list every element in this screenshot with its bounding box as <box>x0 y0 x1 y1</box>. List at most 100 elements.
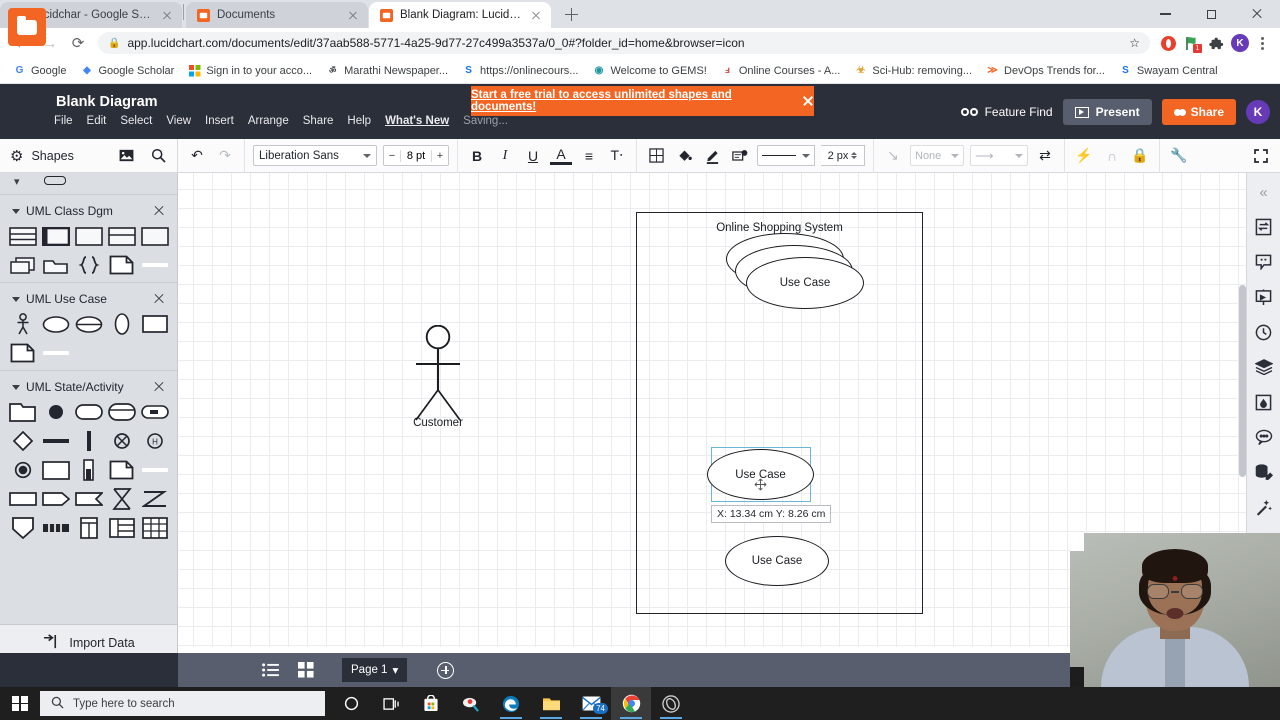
table-icon[interactable] <box>645 145 667 167</box>
shape-package-multi[interactable] <box>6 254 39 276</box>
shape-class-3-compartments[interactable] <box>6 225 39 247</box>
font-size-decrease[interactable]: − <box>384 150 400 162</box>
minimize-button[interactable] <box>1142 0 1188 28</box>
chrome-browser-icon[interactable] <box>611 687 651 720</box>
shape-receive-signal[interactable] <box>72 488 105 510</box>
fullscreen-icon[interactable] <box>1250 145 1272 167</box>
shapes-panel-toggle[interactable]: ⚙ Shapes <box>0 138 178 173</box>
menu-view[interactable]: View <box>166 115 191 127</box>
trial-banner-text[interactable]: Start a free trial to access unlimited s… <box>471 89 788 113</box>
undo-icon[interactable]: ↶ <box>186 145 208 167</box>
line-color-icon[interactable] <box>701 145 723 167</box>
user-avatar[interactable]: K <box>1246 100 1270 124</box>
shape-class-simple-box[interactable] <box>72 225 105 247</box>
shape-plain-rect[interactable] <box>39 459 72 481</box>
shape-note-document[interactable] <box>105 254 138 276</box>
image-icon[interactable] <box>115 145 137 167</box>
shape-class-empty-box[interactable] <box>138 225 171 247</box>
shape-shield-shape[interactable] <box>6 517 39 539</box>
underline-button[interactable]: U <box>522 145 544 167</box>
use-case-bottom[interactable]: Use Case <box>725 536 829 586</box>
add-page-icon[interactable] <box>437 661 455 679</box>
maximize-button[interactable] <box>1188 0 1234 28</box>
bold-button[interactable]: B <box>466 145 488 167</box>
shape-divider-line[interactable] <box>39 342 72 364</box>
bookmark-item[interactable]: Sign in to your acco... <box>181 60 319 82</box>
document-title[interactable]: Blank Diagram <box>56 94 158 110</box>
shape-zigzag-connector[interactable] <box>138 488 171 510</box>
file-explorer-icon[interactable] <box>531 687 571 720</box>
share-button[interactable]: Share <box>1161 99 1236 125</box>
shape-decision-diamond[interactable] <box>6 430 39 452</box>
font-family-select[interactable]: Liberation Sans <box>253 145 377 166</box>
paint-3d-icon[interactable] <box>451 687 491 720</box>
actor-customer[interactable]: Customer <box>413 324 463 429</box>
close-window-button[interactable] <box>1234 0 1280 28</box>
presentation-icon[interactable] <box>1253 286 1275 308</box>
section-header[interactable]: UML State/Activity <box>0 380 177 401</box>
shape-use-case-ellipse[interactable] <box>39 313 72 335</box>
end-marker-select[interactable]: ⟶ <box>970 145 1028 166</box>
taskbar-search-input[interactable]: Type here to search <box>40 691 325 716</box>
shape-partition-grid[interactable] <box>138 517 171 539</box>
section-header[interactable]: UML Class Dgm <box>0 204 177 225</box>
shape-send-signal[interactable] <box>39 488 72 510</box>
use-case-stack-front[interactable]: Use Case <box>746 257 864 309</box>
menu-help[interactable]: Help <box>347 115 371 127</box>
browser-tab-1[interactable]: Documents <box>186 2 368 28</box>
shape-state-two-parts[interactable] <box>105 401 138 423</box>
menu-insert[interactable]: Insert <box>205 115 234 127</box>
menu-file[interactable]: File <box>54 115 73 127</box>
font-size-value[interactable]: 8 pt <box>400 149 432 162</box>
shape-state-frame[interactable] <box>6 401 39 423</box>
reload-icon[interactable]: ⟳ <box>64 29 92 57</box>
menu-select[interactable]: Select <box>120 115 152 127</box>
lucidchart-logo[interactable] <box>8 8 46 46</box>
tab-close-icon[interactable] <box>346 8 360 22</box>
use-case-selected[interactable]: Use Case <box>707 449 814 500</box>
grid-view-icon[interactable] <box>296 662 316 678</box>
shape-history-circle[interactable]: H <box>138 430 171 452</box>
shape-style-icon[interactable] <box>729 145 751 167</box>
shape-object-with-bar[interactable] <box>72 459 105 481</box>
text-color-button[interactable]: A <box>550 146 572 165</box>
shape-hourglass-junction[interactable] <box>105 488 138 510</box>
start-marker-select[interactable]: None <box>910 145 964 166</box>
shape-tall-ellipse[interactable] <box>105 313 138 335</box>
shape-curly-braces-note[interactable] <box>72 254 105 276</box>
close-icon[interactable] <box>153 381 165 393</box>
puzzle-extension-icon[interactable] <box>1204 31 1228 55</box>
menu-share[interactable]: Share <box>303 115 334 127</box>
list-view-icon[interactable] <box>260 663 280 677</box>
bookmark-item[interactable]: ◆ Google Scholar <box>73 60 181 82</box>
move-crosshair-icon[interactable] <box>754 478 767 491</box>
close-icon[interactable] <box>802 95 814 107</box>
feature-find-button[interactable]: Feature Find <box>960 105 1053 119</box>
chevron-down-icon[interactable]: ▾ <box>392 663 398 677</box>
shape-pins-shape[interactable] <box>39 517 72 539</box>
shape-state-with-icon[interactable] <box>138 401 171 423</box>
search-icon[interactable] <box>147 145 169 167</box>
address-bar[interactable]: 🔒 app.lucidchart.com/documents/edit/37aa… <box>98 32 1150 54</box>
cortana-icon[interactable] <box>331 687 371 720</box>
line-weight-stepper[interactable]: 2 px <box>821 145 865 166</box>
shape-partition-vertical[interactable] <box>72 517 105 539</box>
bookmark-item[interactable]: Shttps://onlinecours... <box>455 60 585 82</box>
theme-droplet-icon[interactable] <box>1253 391 1275 413</box>
clock-history-icon[interactable] <box>1253 321 1275 343</box>
section-header[interactable]: UML Use Case <box>0 292 177 313</box>
redo-icon[interactable]: ↷ <box>214 145 236 167</box>
browser-tab-2[interactable]: Blank Diagram: Lucidchart <box>369 2 551 28</box>
collapse-chevrons-icon[interactable]: « <box>1253 181 1275 203</box>
bookmark-item[interactable]: G Google <box>6 60 73 82</box>
chat-bubble-icon[interactable] <box>1253 426 1275 448</box>
align-icon[interactable]: ≡ <box>578 145 600 167</box>
bookmark-item[interactable]: S Swayam Central <box>1112 60 1225 82</box>
bookmark-item[interactable]: ॐ Marathi Newspaper... <box>319 60 455 82</box>
shape-system-boundary-box[interactable] <box>138 313 171 335</box>
close-icon[interactable] <box>153 293 165 305</box>
page-tab[interactable]: Page 1 ▾ <box>342 658 408 682</box>
lightning-icon[interactable]: ⚡ <box>1073 145 1095 167</box>
shape-initial-state-dot[interactable] <box>39 401 72 423</box>
layers-icon[interactable] <box>1253 356 1275 378</box>
